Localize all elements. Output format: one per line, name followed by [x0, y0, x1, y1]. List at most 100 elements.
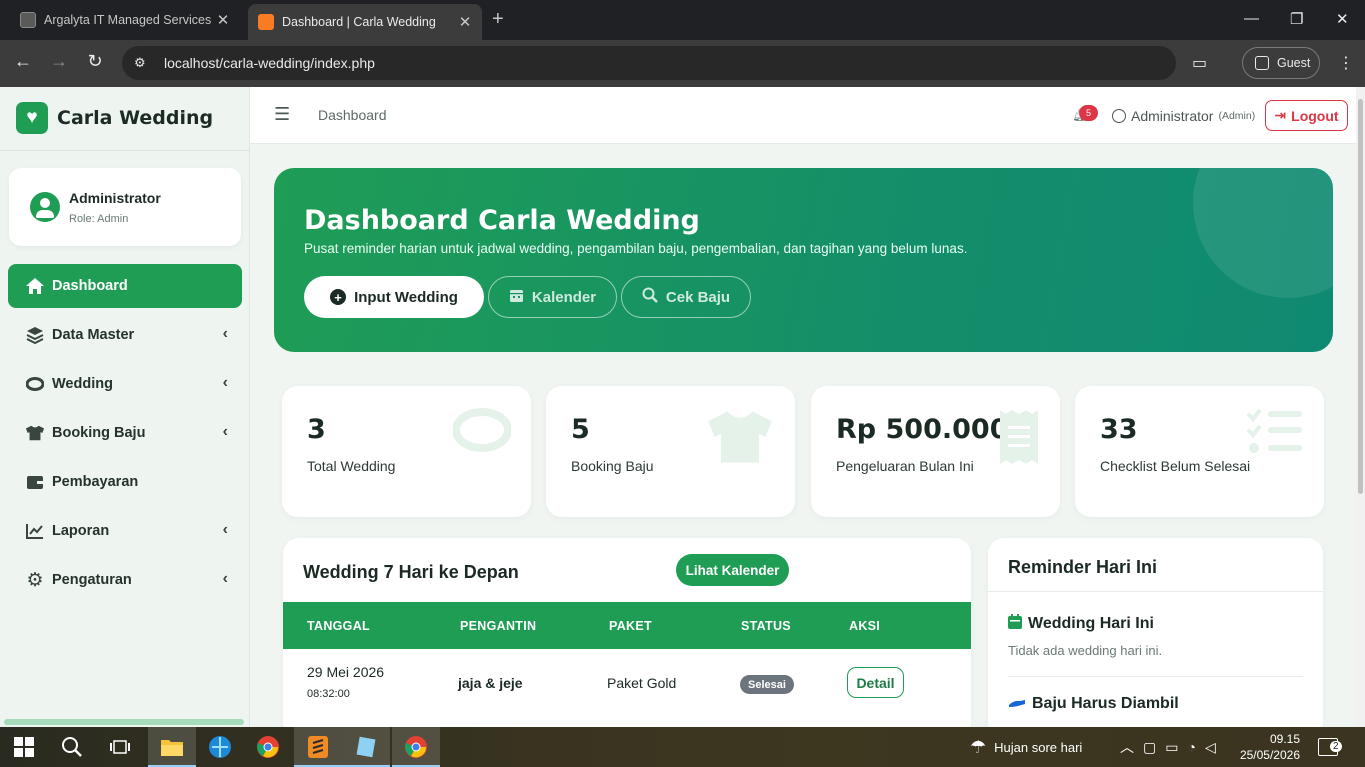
new-tab-button[interactable]: +	[492, 8, 504, 31]
button-label: Cek Baju	[665, 288, 731, 306]
checklist-icon	[1246, 408, 1304, 461]
site-info-icon[interactable]: ⚙	[134, 55, 150, 71]
status-badge: Selesai	[740, 675, 794, 694]
user-menu[interactable]: Administrator (Admin)	[1112, 108, 1255, 124]
kalender-button[interactable]: Kalender	[488, 276, 617, 318]
user-circle-icon	[1112, 109, 1126, 123]
column-header[interactable]: PENGANTIN	[460, 619, 536, 633]
sidebar-scrollbar[interactable]	[4, 719, 244, 725]
sidebar-item-data-master[interactable]: Data Master ‹	[8, 313, 242, 357]
logout-icon: ⇥	[1274, 107, 1287, 123]
battery-icon[interactable]: ▭	[1165, 739, 1178, 756]
reload-icon[interactable]: ↻	[83, 51, 107, 72]
table-header: TANGGAL PENGANTIN PAKET STATUS AKSI	[283, 602, 971, 649]
stat-card-pengeluaran: Rp 500.000 Pengeluaran Bulan Ini	[811, 386, 1060, 517]
chevron-up-icon[interactable]: ︿	[1120, 737, 1134, 757]
ring-icon	[25, 374, 45, 394]
chrome-active-icon[interactable]	[392, 727, 440, 767]
column-header[interactable]: AKSI	[849, 619, 880, 633]
browser-tab-active[interactable]: Dashboard | Carla Wedding ✕	[248, 4, 482, 40]
button-label: Input Wedding	[354, 288, 458, 306]
user-name: Administrator	[69, 190, 161, 206]
column-header[interactable]: PAKET	[609, 619, 652, 633]
sidebar-item-label: Laporan	[52, 523, 110, 539]
sidebar-item-dashboard[interactable]: Dashboard	[8, 264, 242, 308]
close-tab-icon[interactable]: ✕	[212, 11, 234, 29]
hero-banner: Dashboard Carla Wedding Pusat reminder h…	[274, 168, 1333, 352]
window-close-icon[interactable]: ✕	[1336, 10, 1349, 28]
clock[interactable]: 09.15 25/05/2026	[1240, 727, 1300, 767]
scrollbar-thumb[interactable]	[1358, 99, 1363, 494]
user-avatar-icon	[30, 192, 60, 222]
browser-menu-icon[interactable]: ⋮	[1338, 53, 1354, 73]
cast-icon[interactable]: ▭	[1192, 53, 1207, 73]
plus-circle-icon: +	[330, 289, 347, 305]
calendar-icon	[509, 288, 524, 307]
heart-logo-icon: ♥	[16, 102, 48, 134]
stat-value: 5	[571, 414, 590, 445]
lihat-kalender-button[interactable]: Lihat Kalender	[676, 554, 789, 586]
reminder-empty-text: Tidak ada wedding hari ini.	[1008, 643, 1163, 658]
card-title: Reminder Hari Ini	[1008, 557, 1158, 577]
logout-button[interactable]: ⇥ Logout	[1265, 100, 1348, 131]
hand-icon	[1008, 695, 1026, 713]
browser-toolbar: ← → ↻ ⚙ localhost/carla-wedding/index.ph…	[0, 40, 1365, 87]
cek-baju-button[interactable]: Cek Baju	[621, 276, 751, 318]
detail-button[interactable]: Detail	[847, 667, 904, 698]
shirt-icon	[705, 408, 775, 471]
sidebar-item-pembayaran[interactable]: Pembayaran	[8, 460, 242, 504]
sidebar-item-pengaturan[interactable]: ⚙ Pengaturan ‹	[8, 558, 242, 602]
windows-start-icon[interactable]	[0, 727, 48, 767]
notepad-icon[interactable]	[342, 727, 390, 767]
volume-icon[interactable]: ◁	[1205, 739, 1216, 756]
search-icon[interactable]	[48, 727, 96, 767]
card-title: Wedding 7 Hari ke Depan	[303, 562, 519, 582]
chrome-icon[interactable]	[244, 727, 292, 767]
profile-label: Guest	[1277, 56, 1311, 70]
chevron-left-icon: ‹	[222, 374, 228, 391]
breadcrumb: Dashboard	[318, 107, 387, 123]
page: ♥ Carla Wedding Administrator Role: Admi…	[0, 87, 1365, 727]
wedding-time: 08:32:00	[307, 688, 350, 700]
close-tab-icon[interactable]: ✕	[454, 13, 476, 31]
network-app-icon[interactable]	[196, 727, 244, 767]
sidebar-item-wedding[interactable]: Wedding ‹	[8, 362, 242, 406]
chevron-left-icon: ‹	[222, 325, 228, 342]
file-explorer-icon[interactable]	[148, 727, 196, 767]
sidebar: ♥ Carla Wedding Administrator Role: Admi…	[0, 87, 250, 727]
reminder-section-title: Baju Harus Diambil	[1008, 695, 1179, 713]
browser-tab-strip: Argalyta IT Managed Services & ✕ Dashboa…	[0, 0, 1365, 40]
stat-card-total-wedding: 3 Total Wedding	[282, 386, 531, 517]
task-view-icon[interactable]	[96, 727, 144, 767]
sidebar-item-label: Pengaturan	[52, 572, 132, 588]
notification-badge[interactable]: 5	[1079, 105, 1098, 121]
sidebar-item-laporan[interactable]: Laporan ‹	[8, 509, 242, 553]
address-bar[interactable]: ⚙ localhost/carla-wedding/index.php	[122, 46, 1176, 80]
divider	[0, 150, 250, 151]
page-scrollbar[interactable]	[1356, 87, 1365, 727]
column-header[interactable]: TANGGAL	[307, 619, 370, 633]
profile-button[interactable]: Guest	[1242, 47, 1320, 79]
input-wedding-button[interactable]: + Input Wedding	[304, 276, 484, 318]
meet-now-icon[interactable]: ▢	[1143, 739, 1156, 756]
sidebar-item-label: Pembayaran	[52, 474, 139, 490]
reminder-card: Reminder Hari Ini Wedding Hari Ini Tidak…	[988, 538, 1323, 727]
minimize-icon[interactable]: —	[1244, 10, 1259, 27]
weather-widget[interactable]: ☂ Hujan sore hari	[970, 727, 1082, 767]
stat-label: Booking Baju	[571, 458, 654, 474]
back-icon[interactable]: ←	[11, 51, 35, 72]
hamburger-menu-icon[interactable]: ☰	[274, 104, 290, 125]
logout-label: Logout	[1291, 107, 1339, 124]
browser-tab[interactable]: Argalyta IT Managed Services & ✕	[8, 6, 240, 34]
sublime-text-icon[interactable]	[294, 727, 342, 767]
maximize-icon[interactable]: ❐	[1290, 10, 1303, 28]
column-header[interactable]: STATUS	[741, 619, 791, 633]
notification-center[interactable]: 2	[1318, 727, 1342, 767]
stat-card-booking-baju: 5 Booking Baju	[546, 386, 795, 517]
sidebar-item-label: Dashboard	[52, 278, 128, 294]
forward-icon[interactable]: →	[47, 51, 71, 72]
sidebar-item-booking-baju[interactable]: Booking Baju ‹	[8, 411, 242, 455]
stat-value: 33	[1100, 414, 1138, 445]
brand[interactable]: ♥ Carla Wedding	[16, 102, 213, 134]
wifi-icon[interactable]: ◔	[1187, 739, 1195, 755]
